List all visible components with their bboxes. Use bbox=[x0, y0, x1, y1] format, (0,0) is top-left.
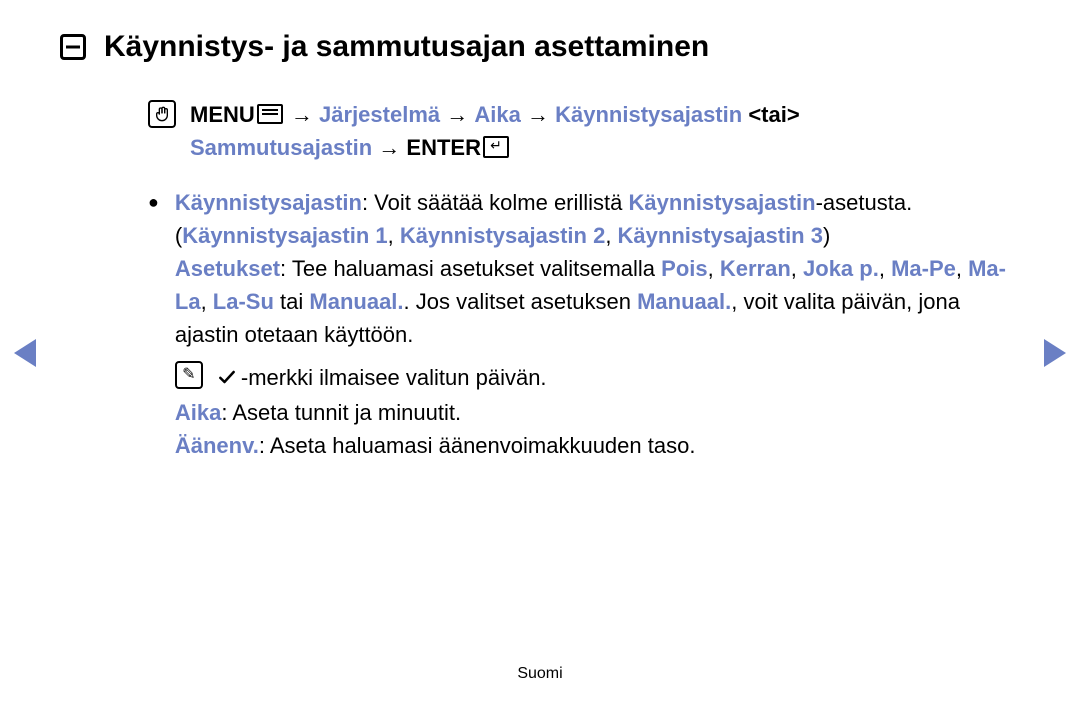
arrow-sep: → bbox=[446, 102, 468, 127]
arrow-sep: → bbox=[378, 135, 400, 160]
sep: , bbox=[879, 256, 891, 281]
opt-everyday: Joka p. bbox=[803, 256, 879, 281]
bullet-dot: ● bbox=[148, 186, 159, 462]
page-title: Käynnistys- ja sammutusajan asettaminen bbox=[104, 30, 709, 64]
note-text: -merkki ilmaisee valitun päivän. bbox=[241, 365, 547, 390]
volume-line: Äänenv.: Aseta haluamasi äänenvoimakkuud… bbox=[175, 429, 1020, 462]
breadcrumb: MENU → Järjestelmä → Aika → Käynnistysaj… bbox=[148, 98, 1020, 164]
hand-icon bbox=[148, 100, 176, 128]
timer2: Käynnistysajastin 2 bbox=[400, 223, 605, 248]
note-icon: ✎ bbox=[175, 361, 203, 389]
note-row: ✎ -merkki ilmaisee valitun päivän. bbox=[175, 361, 1020, 396]
note-body: -merkki ilmaisee valitun päivän. bbox=[217, 361, 547, 396]
opt-monfri: Ma-Pe bbox=[891, 256, 956, 281]
sep: , bbox=[956, 256, 968, 281]
aika-line: Aika: Aseta tunnit ja minuutit. bbox=[175, 396, 1020, 429]
arrow-sep: → bbox=[527, 102, 549, 127]
or-word: tai bbox=[274, 289, 309, 314]
menu-label: MENU bbox=[190, 102, 255, 127]
timer3: Käynnistysajastin 3 bbox=[618, 223, 823, 248]
opt-once: Kerran bbox=[720, 256, 791, 281]
or-token: <tai> bbox=[748, 102, 799, 127]
breadcrumb-offtimer: Sammutusajastin bbox=[190, 135, 372, 160]
bullet-item: ● Käynnistysajastin: Voit säätää kolme e… bbox=[148, 186, 1020, 462]
sep: , bbox=[791, 256, 803, 281]
text: : Voit säätää kolme erillistä bbox=[362, 190, 629, 215]
prev-page-arrow[interactable] bbox=[14, 339, 36, 367]
text: : Tee haluamasi asetukset valitsemalla bbox=[280, 256, 661, 281]
opt-off: Pois bbox=[661, 256, 707, 281]
sep: , bbox=[201, 289, 213, 314]
breadcrumb-text: MENU → Järjestelmä → Aika → Käynnistysaj… bbox=[190, 98, 1020, 164]
opt-manual2: Manuaal. bbox=[637, 289, 731, 314]
vol-desc: : Aseta haluamasi äänenvoimakkuuden taso… bbox=[259, 433, 696, 458]
check-icon bbox=[217, 363, 237, 396]
opt-satsun: La-Su bbox=[213, 289, 274, 314]
timer1: Käynnistysajastin 1 bbox=[182, 223, 387, 248]
section-icon bbox=[60, 34, 86, 60]
breadcrumb-time: Aika bbox=[474, 102, 520, 127]
title-row: Käynnistys- ja sammutusajan asettaminen bbox=[60, 30, 1020, 64]
sep: , bbox=[708, 256, 720, 281]
enter-label: ENTER bbox=[406, 135, 481, 160]
sep: , bbox=[388, 223, 400, 248]
opt-manual: Manuaal. bbox=[309, 289, 403, 314]
menu-icon bbox=[257, 104, 283, 124]
aika-desc: : Aseta tunnit ja minuutit. bbox=[221, 400, 461, 425]
ontimer-label: Käynnistysajastin bbox=[175, 190, 362, 215]
footer-language: Suomi bbox=[0, 665, 1080, 683]
bullet-body: Käynnistysajastin: Voit säätää kolme eri… bbox=[175, 186, 1020, 462]
sep: , bbox=[605, 223, 617, 248]
arrow-sep: → bbox=[291, 102, 313, 127]
settings-label: Asetukset bbox=[175, 256, 280, 281]
content-block: MENU → Järjestelmä → Aika → Käynnistysaj… bbox=[148, 98, 1020, 462]
ontimer-ref: Käynnistysajastin bbox=[629, 190, 816, 215]
next-page-arrow[interactable] bbox=[1044, 339, 1066, 367]
text: -asetusta. bbox=[816, 190, 913, 215]
paren-close: ) bbox=[823, 223, 830, 248]
manual-page: Käynnistys- ja sammutusajan asettaminen … bbox=[0, 0, 1080, 705]
aika-label: Aika bbox=[175, 400, 221, 425]
breadcrumb-ontimer: Käynnistysajastin bbox=[555, 102, 742, 127]
enter-icon bbox=[483, 136, 509, 158]
vol-label: Äänenv. bbox=[175, 433, 259, 458]
breadcrumb-system: Järjestelmä bbox=[319, 102, 440, 127]
text: . Jos valitset asetuksen bbox=[404, 289, 638, 314]
